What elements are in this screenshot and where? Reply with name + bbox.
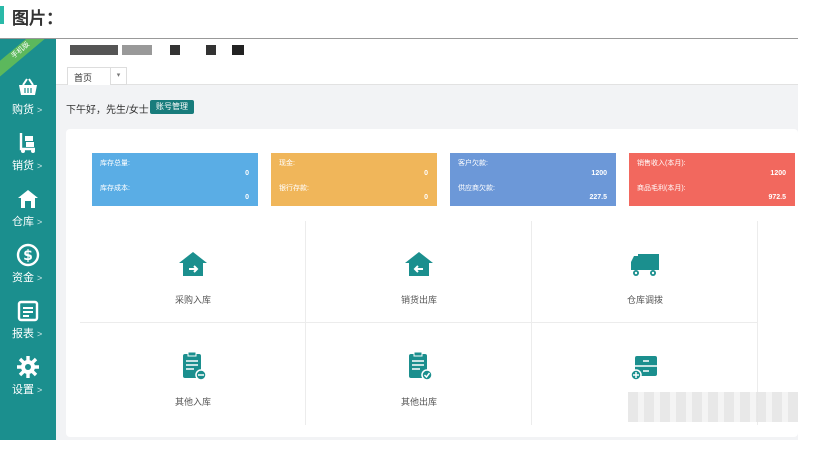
watermark bbox=[628, 392, 798, 422]
redacted-title bbox=[206, 45, 216, 55]
basket-icon bbox=[19, 78, 37, 95]
tile-label: 其他入库 bbox=[174, 397, 211, 407]
clipboard-in-icon bbox=[183, 351, 207, 381]
stat-card-debts[interactable]: 客户欠款: 1200 供应商欠款: 227.5 bbox=[450, 153, 616, 206]
sidebar-item-settings[interactable]: 设置 > bbox=[0, 355, 56, 411]
dollar-icon: $ bbox=[16, 243, 40, 267]
tile-label: 销货出库 bbox=[400, 295, 437, 305]
stat-card-revenue[interactable]: 销售收入(本月): 1200 商品毛利(本月): 972.5 bbox=[629, 153, 795, 206]
sidebar: 手机版 购货 > 销货 > 仓库 > $ 资金 > 报表 > 设置 > bbox=[0, 39, 56, 440]
sidebar-item-funds[interactable]: $ 资金 > bbox=[0, 243, 56, 299]
tab-bar: 首页 ▾ bbox=[56, 63, 798, 85]
cabinet-add-icon bbox=[630, 356, 657, 381]
trolley-icon bbox=[19, 133, 35, 153]
svg-text:$: $ bbox=[23, 248, 33, 264]
section-heading: 图片： bbox=[0, 2, 823, 28]
sidebar-label-settings: 设置 bbox=[12, 384, 34, 396]
redacted-title bbox=[122, 45, 152, 55]
house-out-icon bbox=[405, 252, 433, 276]
sidebar-label-reports: 报表 bbox=[12, 328, 34, 340]
dashboard-panel: 库存总量: 0 库存成本: 0 现金: 0 银行存款: 0 客户欠款: 1200 供应商欠… bbox=[66, 129, 798, 437]
sidebar-item-sales[interactable]: 销货 > bbox=[0, 131, 56, 187]
sidebar-item-reports[interactable]: 报表 > bbox=[0, 299, 56, 355]
redacted-title bbox=[170, 45, 180, 55]
tab-home[interactable]: 首页 bbox=[67, 67, 111, 85]
report-icon bbox=[17, 300, 39, 322]
stat-card-inventory[interactable]: 库存总量: 0 库存成本: 0 bbox=[92, 153, 258, 206]
redacted-title bbox=[70, 45, 118, 55]
app-screenshot: 手机版 购货 > 销货 > 仓库 > $ 资金 > 报表 > 设置 > 首页 ▾… bbox=[0, 38, 798, 440]
greeting-text: 下午好，先生/女士 bbox=[66, 105, 149, 116]
clipboard-out-icon bbox=[409, 351, 433, 381]
top-bar bbox=[56, 39, 798, 63]
sidebar-item-warehouse[interactable]: 仓库 > bbox=[0, 187, 56, 243]
tile-purchase-in[interactable]: 采购入库 bbox=[80, 221, 306, 323]
tile-warehouse-transfer[interactable]: 仓库调拨 bbox=[532, 221, 758, 323]
heading-accent bbox=[0, 6, 4, 24]
tile-label: 仓库调拨 bbox=[626, 295, 663, 305]
mobile-badge: 手机版 bbox=[0, 39, 52, 79]
tile-label: 其他出库 bbox=[400, 397, 437, 407]
sidebar-item-purchase[interactable]: 购货 > bbox=[0, 75, 56, 131]
warehouse-icon bbox=[18, 190, 38, 208]
tile-other-out[interactable]: 其他出库 bbox=[306, 323, 532, 425]
sidebar-label-warehouse: 仓库 bbox=[12, 216, 34, 228]
stat-card-cash[interactable]: 现金: 0 银行存款: 0 bbox=[271, 153, 437, 206]
tile-sales-out[interactable]: 销货出库 bbox=[306, 221, 532, 323]
gear-icon bbox=[17, 356, 39, 378]
sidebar-label-funds: 资金 bbox=[12, 272, 34, 284]
sidebar-label-purchase: 购货 bbox=[12, 104, 34, 116]
tile-label: 采购入库 bbox=[174, 295, 211, 305]
truck-icon bbox=[631, 254, 659, 276]
account-management-button[interactable]: 账号管理 bbox=[150, 100, 194, 114]
redacted-title bbox=[232, 45, 244, 55]
tile-other-in[interactable]: 其他入库 bbox=[80, 323, 306, 425]
sidebar-label-sales: 销货 bbox=[12, 160, 34, 172]
house-in-icon bbox=[179, 252, 207, 276]
heading-text: 图片： bbox=[12, 9, 63, 28]
tab-dropdown-button[interactable]: ▾ bbox=[111, 67, 127, 85]
